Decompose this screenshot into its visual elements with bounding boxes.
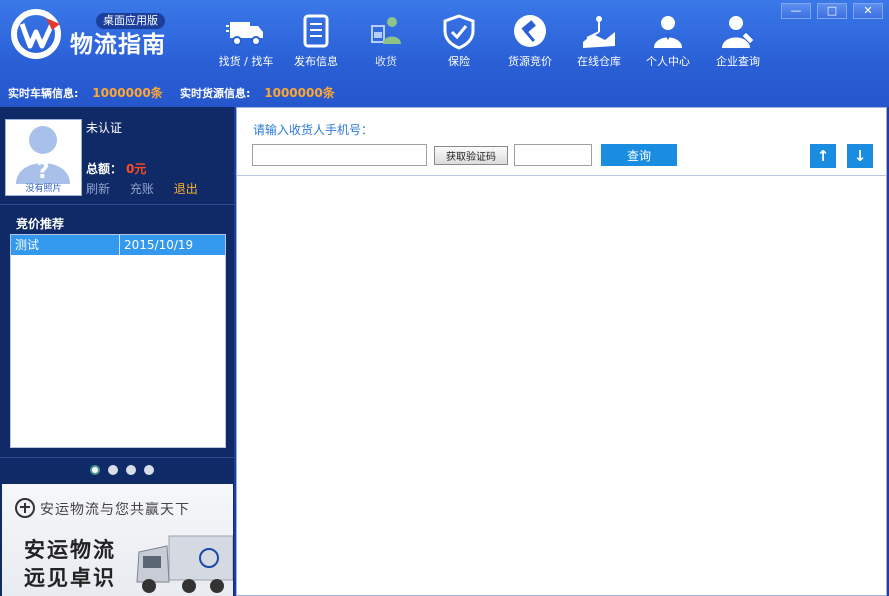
balance-label: 总额： xyxy=(86,162,123,176)
account-actions: 刷新 充账 退出 xyxy=(86,180,214,197)
get-code-button[interactable]: 获取验证码 xyxy=(434,146,508,165)
logout-link[interactable]: 退出 xyxy=(174,182,198,196)
phone-input[interactable] xyxy=(252,144,427,166)
banner-title-line1: 安运物流 xyxy=(24,538,116,562)
nav-label: 在线仓库 xyxy=(577,55,621,68)
query-button[interactable]: 查询 xyxy=(601,144,677,166)
nav-online-warehouse[interactable]: 在线仓库 xyxy=(566,14,632,74)
left-panel: ? 没有照片 未认证 总额： 0元 刷新 充账 退出 竞价推荐 测试 2015/1… xyxy=(0,107,234,596)
shield-check-icon xyxy=(443,14,475,50)
phone-prompt: 请输入收货人手机号： xyxy=(253,123,374,137)
refresh-link[interactable]: 刷新 xyxy=(86,182,110,196)
recharge-link[interactable]: 充账 xyxy=(130,182,154,196)
nav-label: 货源竞价 xyxy=(508,55,552,68)
balance-value: 0元 xyxy=(126,162,147,176)
divider xyxy=(0,457,234,458)
carousel-dots xyxy=(90,465,154,475)
enterprise-user-icon xyxy=(722,16,755,48)
scroll-up-button[interactable]: ↑ xyxy=(810,144,836,168)
carousel-dot[interactable] xyxy=(144,465,154,475)
nav-enterprise-query[interactable]: 企业查询 xyxy=(705,14,771,74)
banner-title: 安运物流 远见卓识 xyxy=(24,536,116,592)
vehicle-stats-label: 实时车辆信息: xyxy=(8,87,79,100)
goods-stats: 实时货源信息: 1000000条 xyxy=(180,84,335,101)
truck-icon xyxy=(226,22,263,46)
receive-goods-icon xyxy=(371,17,401,44)
goods-stats-label: 实时货源信息: xyxy=(180,87,251,100)
bidding-item-name: 测试 xyxy=(11,235,120,255)
bidding-item-date: 2015/10/19 xyxy=(124,238,194,252)
nav-personal-center[interactable]: 个人中心 xyxy=(635,14,701,74)
logo-icon xyxy=(11,9,61,59)
auth-status: 未认证 xyxy=(86,121,123,135)
divider xyxy=(0,204,234,205)
nav-label: 找货 / 找车 xyxy=(218,55,274,68)
nav-label: 个人中心 xyxy=(646,55,690,68)
nav-goods-bidding[interactable]: 货源竞价 xyxy=(497,14,563,74)
verification-code-input[interactable] xyxy=(514,144,592,166)
nav-receive-goods[interactable]: 收货 xyxy=(353,14,419,74)
auction-hammer-icon xyxy=(514,15,546,47)
app-title: 物流指南 xyxy=(70,32,166,58)
goods-stats-value: 1000000条 xyxy=(264,86,335,100)
bidding-title: 竞价推荐 xyxy=(16,217,65,231)
avatar-placeholder-icon: ? xyxy=(16,126,70,184)
truck-photo-icon xyxy=(136,535,233,593)
nav-label: 保险 xyxy=(448,55,470,68)
header: 桌面应用版 物流指南 找货 / 找车 发布信息 收货 保险 货源竞价 在线仓库 … xyxy=(0,0,889,107)
nav-insurance[interactable]: 保险 xyxy=(426,14,492,74)
vehicle-stats-value: 1000000条 xyxy=(92,86,163,100)
banner-title-line2: 远见卓识 xyxy=(24,566,116,590)
nav-label: 企业查询 xyxy=(716,55,760,68)
carousel-dot[interactable] xyxy=(108,465,118,475)
vehicle-stats: 实时车辆信息: 1000000条 xyxy=(8,84,163,101)
document-icon xyxy=(303,14,329,48)
scroll-down-button[interactable]: ↓ xyxy=(847,144,873,168)
avatar-caption: 没有照片 xyxy=(25,184,62,194)
main-panel: 请输入收货人手机号： 获取验证码 查询 ↑ ↓ xyxy=(236,107,887,596)
brand-logo-icon xyxy=(15,498,35,518)
app-window: 桌面应用版 物流指南 找货 / 找车 发布信息 收货 保险 货源竞价 在线仓库 … xyxy=(0,0,889,596)
close-button[interactable]: ✕ xyxy=(853,3,883,19)
nav-label: 发布信息 xyxy=(294,55,338,68)
ad-banner[interactable]: 安运物流与您共赢天下 安运物流 远见卓识 xyxy=(2,484,233,596)
carousel-dot[interactable] xyxy=(90,465,100,475)
carousel-dot[interactable] xyxy=(126,465,136,475)
maximize-button[interactable]: □ xyxy=(817,3,847,19)
bidding-list[interactable]: 测试 2015/10/19 xyxy=(10,234,226,448)
banner-slogan: 安运物流与您共赢天下 xyxy=(40,502,190,518)
user-icon xyxy=(654,16,682,48)
nav-publish-info[interactable]: 发布信息 xyxy=(283,14,349,74)
minimize-button[interactable]: — xyxy=(781,3,811,19)
warehouse-map-icon xyxy=(583,16,615,48)
avatar[interactable]: ? 没有照片 xyxy=(5,119,82,196)
divider xyxy=(237,175,886,176)
nav-label: 收货 xyxy=(375,55,397,68)
nav-find-goods-vehicle[interactable]: 找货 / 找车 xyxy=(213,14,279,74)
balance: 总额： 0元 xyxy=(86,160,146,177)
list-item[interactable]: 测试 2015/10/19 xyxy=(11,235,225,255)
